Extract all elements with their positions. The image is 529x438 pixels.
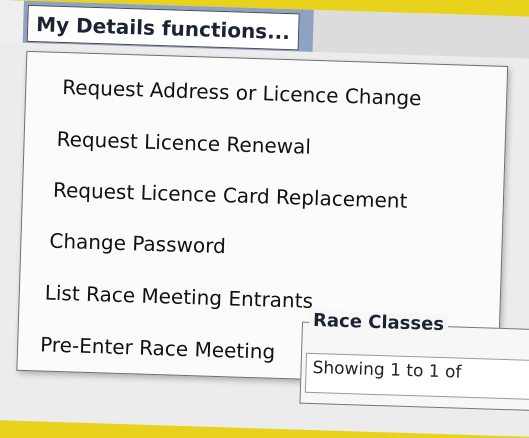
menu-item-request-licence-card-replacement[interactable]: Request Licence Card Replacement bbox=[53, 178, 408, 213]
race-classes-legend: Race Classes bbox=[308, 309, 449, 336]
race-classes-showing-count: Showing 1 to 1 of bbox=[304, 352, 529, 401]
screenshot-scene: My Details functions... Request Address … bbox=[0, 0, 529, 438]
menu-item-pre-enter-race-meeting[interactable]: Pre-Enter Race Meeting bbox=[40, 332, 276, 363]
menu-item-request-address-licence-change[interactable]: Request Address or Licence Change bbox=[62, 75, 422, 110]
menu-bar-left-edge bbox=[0, 0, 24, 43]
race-classes-panel: Race Classes Showing 1 to 1 of bbox=[299, 309, 529, 412]
menu-item-list-race-meeting-entrants[interactable]: List Race Meeting Entrants bbox=[44, 281, 313, 313]
menu-item-change-password[interactable]: Change Password bbox=[49, 229, 226, 259]
menu-item-request-licence-renewal[interactable]: Request Licence Renewal bbox=[56, 127, 311, 159]
